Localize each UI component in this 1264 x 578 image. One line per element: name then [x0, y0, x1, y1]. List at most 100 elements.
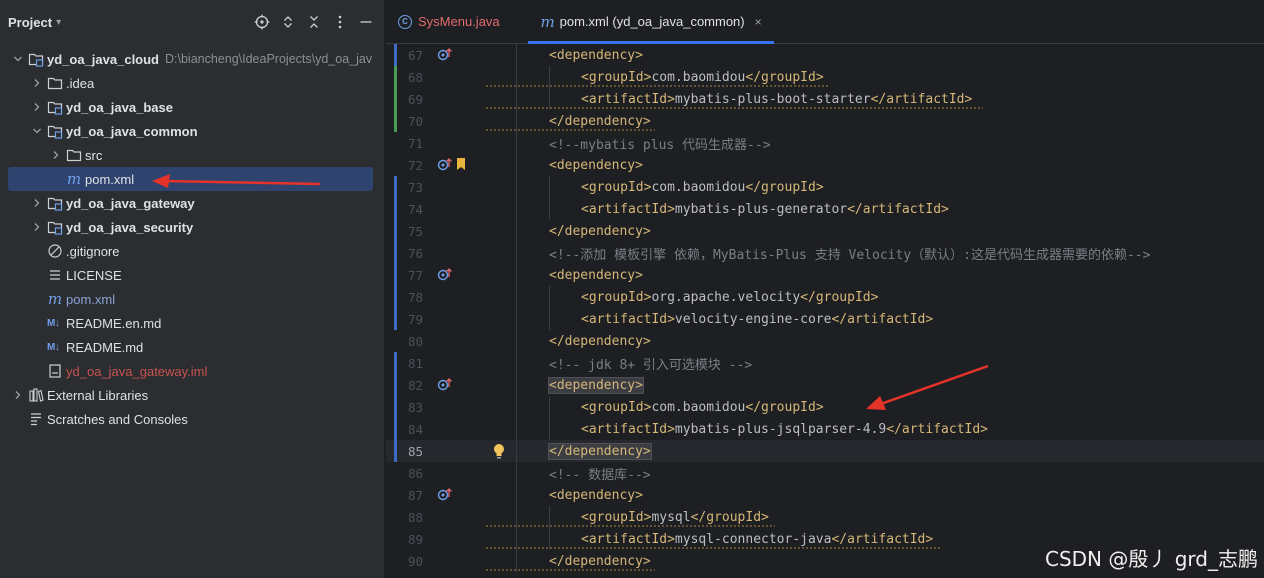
code-line[interactable]: 75 </dependency>	[386, 220, 1264, 242]
tree-item[interactable]: yd_oa_java_cloud D:\biancheng\IdeaProject…	[0, 47, 385, 71]
xml-tag: </dependency>	[549, 223, 651, 239]
override-icon[interactable]	[437, 157, 467, 171]
line-number: 89	[407, 531, 423, 547]
tree-item[interactable]: Scratches and Consoles	[0, 407, 385, 431]
chevron-right-icon[interactable]	[29, 99, 45, 115]
vcs-change-marker[interactable]	[394, 308, 397, 330]
code-line[interactable]: 67 <dependency>	[386, 44, 1264, 66]
xml-tag: </dependency>	[549, 333, 651, 349]
tree-item[interactable]: m pom.xml	[0, 287, 385, 311]
vcs-change-marker[interactable]	[394, 418, 397, 440]
vcs-change-marker[interactable]	[394, 396, 397, 418]
chevron-down-icon[interactable]	[10, 51, 26, 67]
code-line[interactable]: 78 <groupId>org.apache.velocity</groupId>	[386, 286, 1264, 308]
tree-item[interactable]: yd_oa_java_base	[0, 95, 385, 119]
code-line[interactable]: 77 <dependency>	[386, 264, 1264, 286]
override-icon[interactable]	[437, 267, 453, 281]
indent-guide	[516, 484, 517, 506]
vcs-change-marker[interactable]	[394, 66, 397, 88]
more-options-icon[interactable]	[332, 14, 348, 30]
xml-tag: </artifactId>	[870, 91, 973, 107]
override-icon[interactable]	[437, 47, 453, 61]
locate-icon[interactable]	[254, 14, 270, 30]
override-icon[interactable]	[437, 377, 453, 391]
code-line[interactable]: 81 <!-- jdk 8+ 引入可选模块 -->	[386, 352, 1264, 374]
code-line[interactable]: 70 </dependency>	[386, 110, 1264, 132]
tree-item[interactable]: yd_oa_java_security	[0, 215, 385, 239]
project-panel-title[interactable]: Project	[8, 15, 52, 30]
tree-item[interactable]: M↓ README.md	[0, 335, 385, 359]
code-line[interactable]: 83 <groupId>com.baomidou</groupId>	[386, 396, 1264, 418]
indent-guide	[516, 396, 517, 418]
tree-item[interactable]: yd_oa_java_gateway	[0, 191, 385, 215]
line-number: 79	[407, 311, 423, 327]
chevron-right-icon[interactable]	[29, 195, 45, 211]
library-icon	[28, 387, 44, 403]
xml-tag: <groupId>	[581, 289, 652, 305]
collapse-all-icon[interactable]	[306, 14, 322, 30]
tree-item[interactable]: yd_oa_java_common	[0, 119, 385, 143]
editor-tab[interactable]: C SysMenu.java	[386, 0, 512, 43]
vcs-change-marker[interactable]	[394, 176, 397, 198]
code-line[interactable]: 82 <dependency>	[386, 374, 1264, 396]
tree-item[interactable]: External Libraries	[0, 383, 385, 407]
code-line[interactable]: 84 <artifactId>mybatis-plus-jsqlparser-4.…	[386, 418, 1264, 440]
chevron-right-icon[interactable]	[48, 147, 64, 163]
code-line[interactable]: 72 <dependency>	[386, 154, 1264, 176]
close-icon[interactable]: ×	[755, 15, 762, 29]
scratches-icon	[28, 411, 44, 427]
code-line[interactable]: 88 <groupId>mysql</groupId>	[386, 506, 1264, 528]
vcs-change-marker[interactable]	[394, 286, 397, 308]
tree-item[interactable]: src	[0, 143, 385, 167]
vcs-change-marker[interactable]	[394, 242, 397, 264]
code-line[interactable]: 74 <artifactId>mybatis-plus-generator</ar…	[386, 198, 1264, 220]
code-line[interactable]: 73 <groupId>com.baomidou</groupId>	[386, 176, 1264, 198]
chevron-down-icon[interactable]: ▾	[56, 17, 61, 28]
override-icon[interactable]	[437, 487, 453, 501]
vcs-change-marker[interactable]	[394, 88, 397, 110]
vcs-change-marker[interactable]	[394, 198, 397, 220]
line-number: 81	[407, 355, 423, 371]
expand-all-icon[interactable]	[280, 14, 296, 30]
tree-item[interactable]: M↓ README.en.md	[0, 311, 385, 335]
xml-tag: </artifactId>	[886, 421, 988, 437]
code-line[interactable]: 71 <!--mybatis plus 代码生成器-->	[386, 132, 1264, 154]
code-line[interactable]: 76 <!--添加 模板引擎 依赖，MyBatis-Plus 支持 Velocit…	[386, 242, 1264, 264]
code-text: <groupId>com.baomidou</groupId>	[581, 180, 824, 195]
code-text: <dependency>	[549, 268, 643, 283]
indent-guide	[549, 176, 550, 198]
tree-item[interactable]: m pom.xml	[8, 167, 373, 191]
code-line[interactable]: 85 </dependency>	[386, 440, 1264, 462]
code-line[interactable]: 86 <!-- 数据库-->	[386, 462, 1264, 484]
code-line[interactable]: 69 <artifactId>mybatis-plus-boot-starter<…	[386, 88, 1264, 110]
chevron-down-icon[interactable]	[29, 123, 45, 139]
line-number: 68	[407, 69, 423, 85]
vcs-change-marker[interactable]	[394, 374, 397, 396]
chevron-right-icon[interactable]	[29, 75, 45, 91]
xml-comment: <!--添加 模板引擎 依赖，MyBatis-Plus 支持 Velocity（…	[549, 247, 1151, 263]
vcs-change-marker[interactable]	[394, 220, 397, 242]
code-line[interactable]: 79 <artifactId>velocity-engine-core</arti…	[386, 308, 1264, 330]
lightbulb-icon[interactable]	[492, 442, 506, 464]
tree-item[interactable]: .idea	[0, 71, 385, 95]
tree-item[interactable]: LICENSE	[0, 263, 385, 287]
tree-item[interactable]: yd_oa_java_gateway.iml	[0, 359, 385, 383]
code-area[interactable]: 67 <dependency> 68 <groupId>com.baomidou</g…	[386, 44, 1264, 572]
tree-item-label: src	[85, 147, 103, 163]
module-folder-icon	[28, 51, 44, 67]
vcs-change-marker[interactable]	[394, 44, 397, 66]
code-line[interactable]: 68 <groupId>com.baomidou</groupId>	[386, 66, 1264, 88]
code-line[interactable]: 87 <dependency>	[386, 484, 1264, 506]
chevron-right-icon[interactable]	[29, 219, 45, 235]
vcs-change-marker[interactable]	[394, 264, 397, 286]
chevron-right-icon[interactable]	[10, 387, 26, 403]
vcs-change-marker[interactable]	[394, 440, 397, 462]
editor-tab[interactable]: m pom.xml (yd_oa_java_common) ×	[527, 0, 774, 44]
vcs-change-marker[interactable]	[394, 352, 397, 374]
code-text: </dependency>	[549, 224, 651, 239]
minimize-icon[interactable]	[358, 14, 374, 30]
tree-item-label: yd_oa_java_gateway.iml	[66, 363, 208, 379]
code-line[interactable]: 80 </dependency>	[386, 330, 1264, 352]
tree-item[interactable]: .gitignore	[0, 239, 385, 263]
vcs-change-marker[interactable]	[394, 110, 397, 132]
